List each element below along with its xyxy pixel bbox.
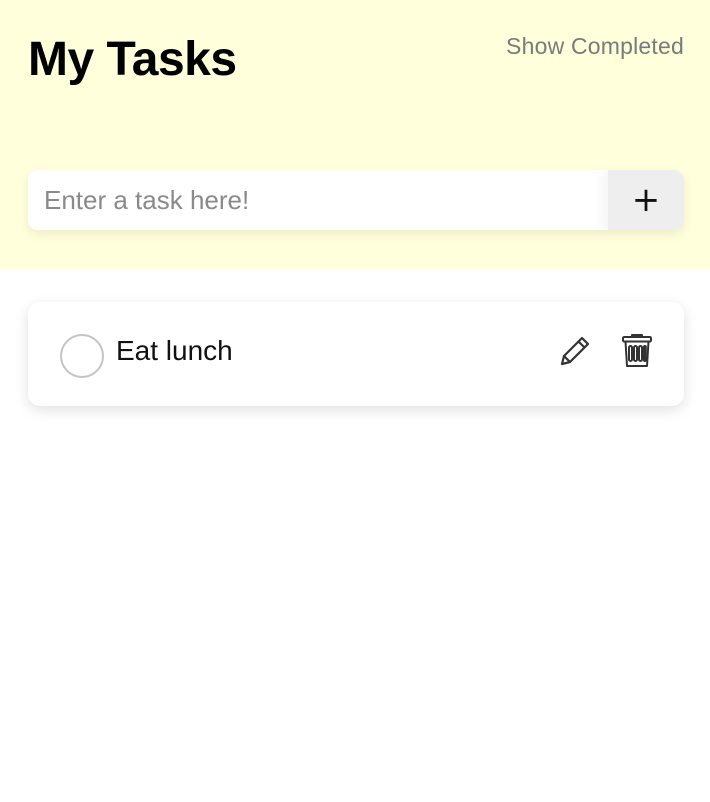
header: My Tasks Show Completed + (0, 0, 710, 270)
add-task-button[interactable]: + (608, 170, 684, 230)
new-task-form: + (28, 170, 684, 230)
pencil-icon[interactable] (558, 334, 592, 368)
task-item: Eat lunch (28, 302, 684, 406)
trash-icon[interactable] (620, 333, 654, 369)
task-label: Eat lunch (116, 335, 233, 366)
show-completed-toggle[interactable]: Show Completed (506, 33, 684, 60)
page-title: My Tasks (28, 33, 237, 86)
complete-checkbox[interactable] (60, 334, 104, 378)
task-input[interactable] (28, 170, 608, 230)
